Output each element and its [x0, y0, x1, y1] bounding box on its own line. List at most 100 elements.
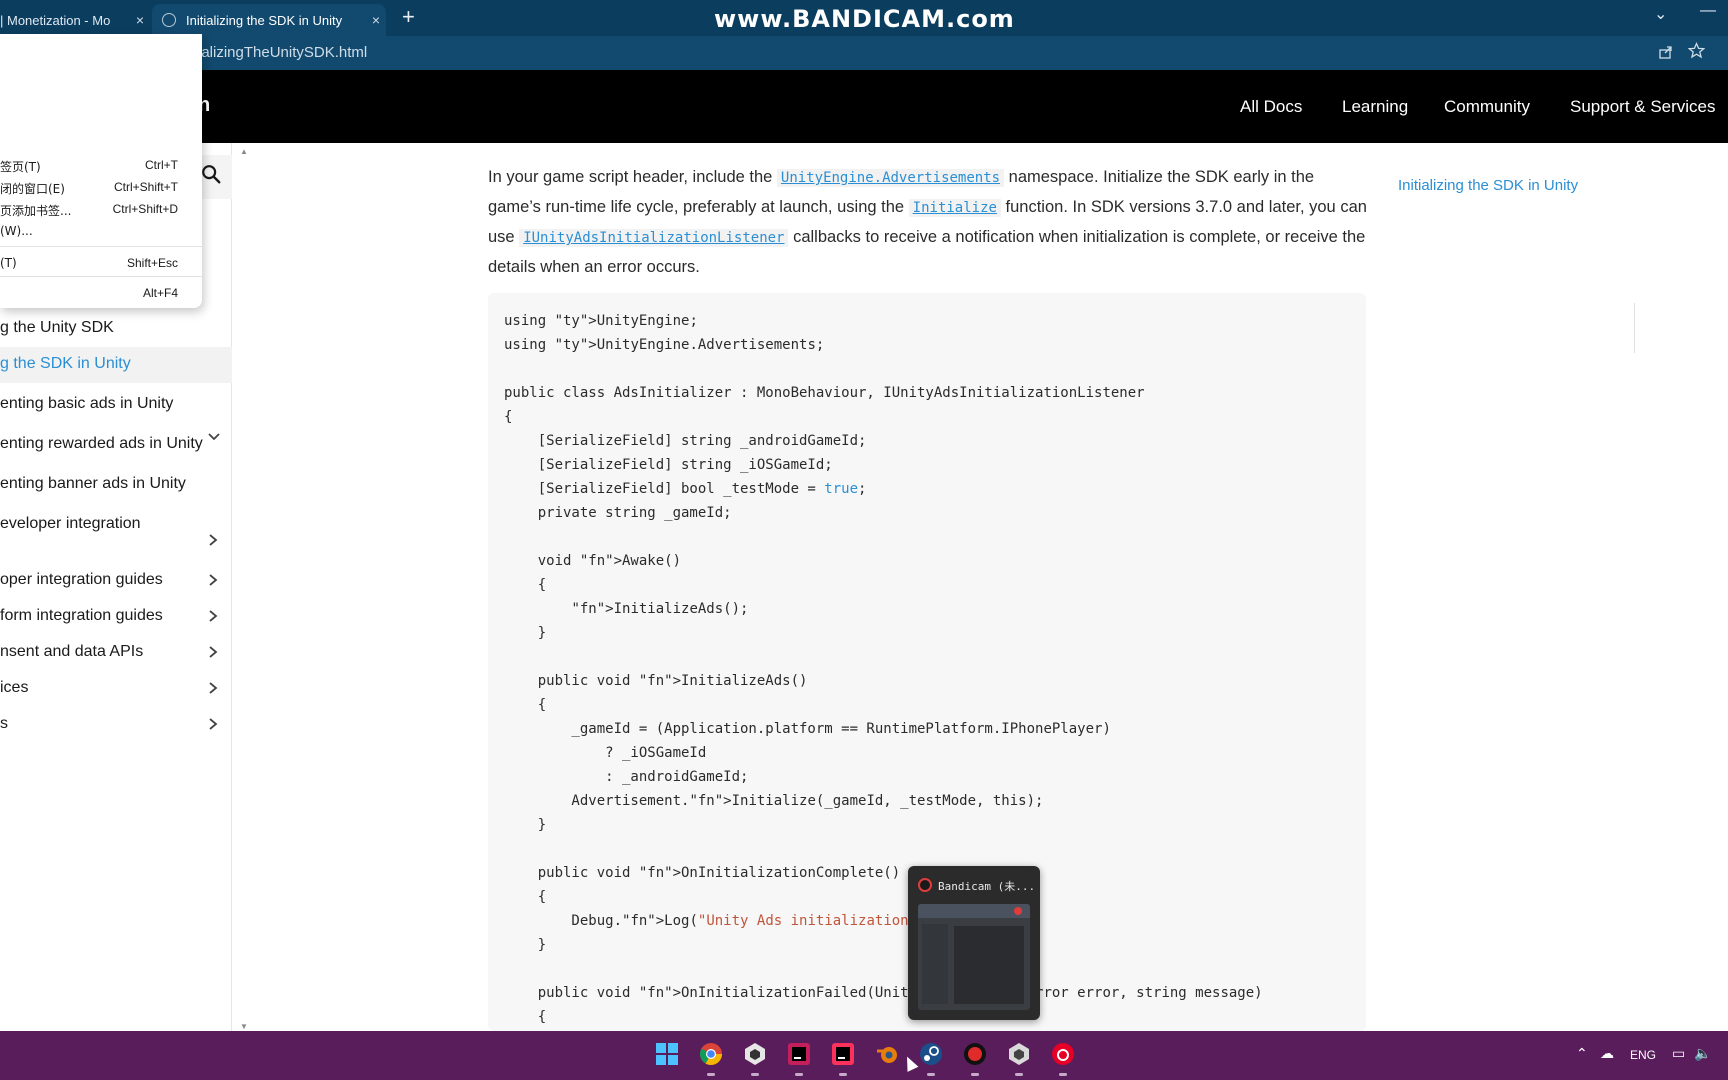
- chevron-right-icon: [209, 646, 218, 658]
- share-icon[interactable]: [1658, 44, 1674, 64]
- sidebar-item-installing-sdk[interactable]: g the Unity SDK: [0, 311, 232, 347]
- nav-all-docs[interactable]: All Docs: [1240, 97, 1302, 117]
- record-icon: [918, 878, 932, 892]
- sidebar-item-label: ices: [0, 679, 29, 696]
- unity-icon[interactable]: [1006, 1041, 1032, 1067]
- tray-language-indicator[interactable]: ENG: [1630, 1048, 1656, 1062]
- tray-expand-icon[interactable]: ⌃: [1576, 1045, 1588, 1062]
- sidebar-item-label: enting rewarded ads in Unity: [0, 435, 203, 452]
- sidebar-item-basic-ads[interactable]: enting basic ads in Unity: [0, 387, 232, 423]
- bookmark-star-icon[interactable]: [1687, 42, 1706, 64]
- code-line: }: [504, 937, 547, 953]
- sidebar-item-banner-ads[interactable]: enting banner ads in Unity: [0, 467, 232, 503]
- unity-running-indicator: [1015, 1073, 1023, 1076]
- sidebar-item-label: form integration guides: [0, 607, 163, 624]
- code-line: public void "fn">OnInitializationComplet…: [504, 865, 901, 881]
- menu-item-shortcut: Alt+F4: [142, 286, 178, 300]
- initialize-link[interactable]: Initialize: [908, 199, 1001, 217]
- sidebar-item-services[interactable]: ices: [0, 671, 232, 707]
- listener-link[interactable]: IUnityAdsInitializationListener: [519, 229, 789, 247]
- code-line: using "ty">UnityEngine.Advertisements;: [504, 337, 825, 353]
- tray-cloud-icon[interactable]: ☁: [1600, 1045, 1614, 1062]
- intro-paragraph: In your game script header, include the …: [488, 163, 1368, 282]
- code-line: : _androidGameId;: [504, 769, 749, 785]
- unity-favicon-icon: [162, 13, 176, 27]
- menu-item-label: (T): [0, 256, 17, 270]
- scroll-up-arrow-icon[interactable]: ▲: [240, 147, 248, 156]
- code-line: ? _iOSGameId: [504, 745, 707, 761]
- chevron-right-icon: [209, 718, 218, 730]
- chrome-icon[interactable]: [698, 1041, 724, 1067]
- blender-icon[interactable]: [874, 1041, 900, 1067]
- menu-item-close[interactable]: Alt+F4: [0, 282, 202, 304]
- tab-monetization[interactable]: | Monetization - Mo ×: [0, 4, 150, 36]
- tab-label: | Monetization - Mo: [0, 12, 111, 28]
- code-line: _gameId = (Application.platform == Runti…: [504, 721, 1111, 737]
- netease-music-icon[interactable]: [1050, 1041, 1076, 1067]
- menu-item-shortcut: Ctrl+Shift+T: [113, 180, 178, 194]
- url-input[interactable]: ializingTheUnitySDK.html: [198, 44, 367, 61]
- tab-search-button[interactable]: ⌄: [1654, 4, 1667, 24]
- menu-item-label: (W)...: [0, 224, 33, 238]
- code-line: public class AdsInitializer : MonoBehavi…: [504, 385, 1145, 401]
- start-icon[interactable]: [654, 1041, 680, 1067]
- sidebar-item-label: enting basic ads in Unity: [0, 395, 174, 412]
- sidebar-item-platform-guides[interactable]: form integration guides: [0, 599, 232, 635]
- unity-hub-icon[interactable]: [742, 1041, 768, 1067]
- close-tab-icon[interactable]: ×: [130, 12, 150, 28]
- menu-item-bookmark-all-tabs[interactable]: 页添加书签... Ctrl+Shift+D: [0, 198, 202, 220]
- menu-item-new-tab[interactable]: 签页(T) Ctrl+T: [0, 154, 202, 176]
- code-line: [SerializeField] string _androidGameId;: [504, 433, 867, 449]
- sidebar-scrollbar[interactable]: ▲ ▼: [240, 143, 254, 1031]
- sidebar-item-misc[interactable]: s: [0, 707, 232, 743]
- sidebar-item-rewarded-ads[interactable]: enting rewarded ads in Unity: [0, 427, 232, 463]
- site-header: n All Docs Learning Community Support & …: [0, 70, 1728, 143]
- minimize-button[interactable]: —: [1700, 2, 1716, 20]
- menu-separator: [0, 246, 202, 247]
- nav-support-services[interactable]: Support & Services: [1570, 97, 1716, 117]
- rider-running-indicator: [795, 1073, 803, 1076]
- code-content: using "ty">UnityEngine; using "ty">UnityE…: [504, 309, 1263, 1029]
- tray-volume-icon[interactable]: 🔈: [1694, 1045, 1711, 1062]
- bandicam-window-title: Bandicam (未...: [938, 880, 1036, 893]
- nav-learning[interactable]: Learning: [1342, 97, 1408, 117]
- sidebar-item-label: eveloper integration: [0, 515, 141, 532]
- code-line: public void "fn">InitializeAds(): [504, 673, 808, 689]
- sidebar-item-initializing-sdk[interactable]: g the SDK in Unity: [0, 347, 232, 383]
- close-tab-icon[interactable]: ×: [366, 12, 386, 28]
- steam-icon[interactable]: [918, 1041, 944, 1067]
- new-tab-button[interactable]: +: [402, 4, 415, 30]
- tab-initializing-sdk[interactable]: Initializing the SDK in Unity ×: [152, 4, 386, 36]
- bandicam-taskbar-preview[interactable]: Bandicam (未...: [908, 866, 1040, 1020]
- code-line: {: [504, 1009, 547, 1025]
- nav-community[interactable]: Community: [1444, 97, 1530, 117]
- code-line: {: [504, 889, 547, 905]
- code-line: [SerializeField] bool _testMode = true;: [504, 481, 867, 497]
- sidebar-item-consent-apis[interactable]: nsent and data APIs: [0, 635, 232, 671]
- scroll-down-arrow-icon[interactable]: ▼: [240, 1022, 248, 1031]
- chevron-right-icon: [209, 574, 218, 586]
- toc-initializing-sdk-link[interactable]: Initializing the SDK in Unity: [1398, 177, 1578, 194]
- rider-icon[interactable]: [786, 1041, 812, 1067]
- sidebar-item-developer-guides[interactable]: oper integration guides: [0, 563, 232, 599]
- namespace-link[interactable]: UnityEngine.Advertisements: [776, 169, 1005, 187]
- intro-text: In your game script header, include the: [488, 168, 777, 186]
- code-line: "fn">InitializeAds();: [571, 601, 749, 617]
- bandicam-window-thumbnail[interactable]: [918, 904, 1030, 1010]
- menu-item-reopen-closed-window[interactable]: 闭的窗口(E) Ctrl+Shift+T: [0, 176, 202, 198]
- code-line: public void "fn">OnInitializationFailed(…: [504, 985, 1263, 1001]
- code-line: Advertisement."fn">Initialize(_gameId, _…: [504, 793, 1044, 809]
- tray-network-icon[interactable]: ▭: [1672, 1045, 1685, 1062]
- bandicam-running-indicator: [971, 1073, 979, 1076]
- thumbnail-record-dot: [1014, 907, 1022, 915]
- code-line: {: [504, 577, 547, 593]
- intellij-icon[interactable]: [830, 1041, 856, 1067]
- bandicam-icon[interactable]: [962, 1041, 988, 1067]
- menu-item-task-manager[interactable]: (T) Shift+Esc: [0, 252, 202, 274]
- menu-item-name-window[interactable]: (W)...: [0, 220, 202, 242]
- code-line: {: [504, 409, 513, 425]
- sidebar-item-developer-integration[interactable]: eveloper integration: [0, 507, 232, 546]
